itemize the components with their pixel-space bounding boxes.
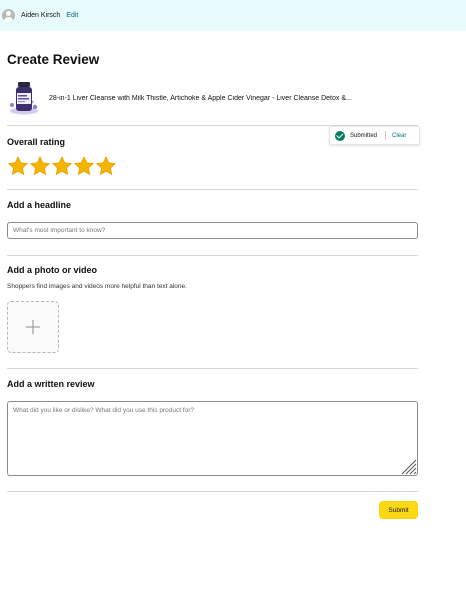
- divider: [7, 189, 418, 190]
- supplement-bottle-icon: [10, 82, 38, 115]
- product-row: 28-in-1 Liver Cleanse with Milk Thistle,…: [7, 80, 418, 116]
- star-icon[interactable]: [95, 155, 117, 177]
- star-icon[interactable]: [7, 155, 29, 177]
- headline-label: Add a headline: [7, 200, 72, 210]
- divider: [7, 255, 418, 256]
- avatar-icon: [2, 9, 15, 22]
- star-icon[interactable]: [29, 155, 51, 177]
- divider: [7, 491, 418, 492]
- product-image: [7, 80, 41, 116]
- star-icon[interactable]: [73, 155, 95, 177]
- review-textarea[interactable]: [7, 401, 418, 476]
- add-photo-button[interactable]: [7, 301, 59, 353]
- headline-input[interactable]: [7, 222, 418, 239]
- star-icon[interactable]: [51, 155, 73, 177]
- star-rating[interactable]: [7, 155, 117, 177]
- account-bar: Aiden Kirsch Edit: [0, 0, 466, 31]
- resize-handle-icon[interactable]: [399, 458, 417, 475]
- submit-button[interactable]: Submit: [379, 501, 418, 519]
- plus-icon: [26, 320, 40, 334]
- overall-rating-label: Overall rating: [7, 137, 66, 147]
- status-separator: [385, 131, 387, 140]
- user-name: Aiden Kirsch: [21, 12, 61, 19]
- check-circle-icon: [335, 130, 345, 141]
- page-title: Create Review: [7, 52, 100, 67]
- photo-hint-text: Shoppers find images and videos more hel…: [7, 283, 187, 290]
- edit-profile-link[interactable]: Edit: [66, 12, 78, 19]
- photo-video-label: Add a photo or video: [7, 265, 97, 275]
- clear-rating-link[interactable]: Clear: [392, 133, 406, 139]
- divider: [7, 368, 418, 369]
- product-title: 28-in-1 Liver Cleanse with Milk Thistle,…: [49, 94, 352, 102]
- submitted-status: Submitted: [350, 132, 378, 139]
- written-review-label: Add a written review: [7, 379, 95, 389]
- rating-status-box: Submitted Clear: [329, 126, 420, 145]
